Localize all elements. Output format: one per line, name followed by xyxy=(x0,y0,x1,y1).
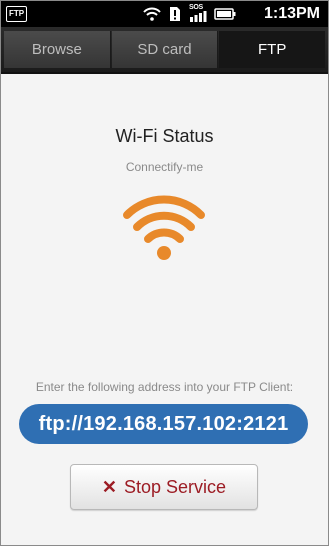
ftp-notification-icon: FTP xyxy=(6,6,28,22)
stop-service-label: Stop Service xyxy=(124,476,227,497)
battery-icon xyxy=(214,8,236,20)
sim-alert-icon xyxy=(170,7,180,21)
ftp-instructions: Enter the following address into your FT… xyxy=(35,380,294,394)
tab-ftp[interactable]: FTP xyxy=(219,31,326,68)
clock: 1:13PM xyxy=(263,5,320,22)
signal-icon: SOS xyxy=(189,4,207,23)
stop-service-button[interactable]: ✕ Stop Service xyxy=(70,464,258,510)
network-ssid: Connectify-me xyxy=(125,160,204,174)
tab-bar: Browse SD card FTP xyxy=(1,27,328,74)
ftp-address: ftp://192.168.157.102:2121 xyxy=(19,404,308,444)
app-frame: FTP SOS 1:13PM Browse SD card FTP Wi-Fi … xyxy=(0,0,329,546)
wifi-icon xyxy=(143,7,161,21)
status-bar: FTP SOS 1:13PM xyxy=(1,1,328,27)
status-icons: SOS xyxy=(143,4,236,23)
wifi-signal-icon xyxy=(123,195,205,260)
ftp-panel: Wi-Fi Status Connectify-me Enter the fol… xyxy=(1,74,328,545)
close-icon: ✕ xyxy=(101,477,118,497)
tab-sd-card[interactable]: SD card xyxy=(111,31,219,68)
tab-browse[interactable]: Browse xyxy=(4,31,111,68)
wifi-status-title: Wi-Fi Status xyxy=(115,126,214,146)
